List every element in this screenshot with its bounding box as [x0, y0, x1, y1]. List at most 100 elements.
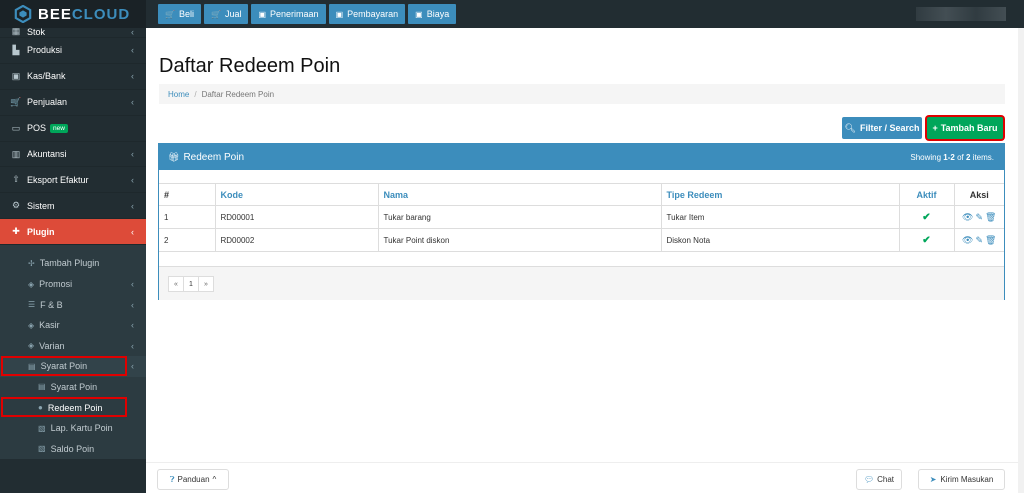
redeem-table: # Kode Nama Tipe Redeem Aktif Aksi 1 RD0…: [159, 183, 1004, 252]
biaya-button[interactable]: ▣ Biaya: [408, 4, 457, 24]
check-icon: ✔: [922, 234, 931, 246]
breadcrumb-home-link[interactable]: Home: [168, 90, 189, 99]
chevron-left-icon: ‹: [131, 361, 134, 372]
table-header-row: # Kode Nama Tipe Redeem Aktif Aksi: [159, 183, 1004, 206]
sidebar-item-akuntansi[interactable]: ▥ Akuntansi ‹: [0, 142, 146, 168]
tag-icon: ◈: [28, 279, 35, 289]
penerimaan-button[interactable]: ▣ Penerimaan: [251, 4, 326, 24]
trash-icon[interactable]: 🗑︎: [985, 212, 996, 222]
cell-tipe: Diskon Nota: [661, 228, 900, 252]
cell-nama: Tukar Point diskon: [378, 228, 662, 252]
brand-name: BEECLOUD: [38, 5, 131, 23]
tambah-baru-button[interactable]: + Tambah Baru: [927, 117, 1003, 139]
sidebar-item-plugin[interactable]: ✚ Plugin ‹: [0, 219, 146, 246]
sidebar-item-kasir[interactable]: ◈ Kasir ‹: [0, 315, 146, 336]
breadcrumb-separator: /: [194, 89, 197, 99]
highlight-syarat-poin: [1, 356, 127, 376]
sidebar-item-eksport-efaktur[interactable]: ⇧ Eksport Efaktur ‹: [0, 167, 146, 194]
sidebar-item-sistem[interactable]: ⚙ Sistem ‹: [0, 193, 146, 220]
redeem-poin-panel: 🎁︎ Redeem Poin Showing 1-2 of 2 items. #…: [158, 143, 1005, 300]
edit-icon[interactable]: ✎: [975, 212, 983, 222]
pager-page-1[interactable]: 1: [183, 276, 199, 292]
chevron-left-icon: ‹: [131, 45, 134, 56]
box-icon: ▦: [11, 28, 21, 36]
page-title: Daftar Redeem Poin: [159, 55, 341, 77]
header-kode-sort[interactable]: Kode: [215, 183, 379, 206]
top-navbar: BEECLOUD 🛒 Beli 🛒 Jual ▣ Penerimaan ▣ Pembay…: [0, 0, 1024, 28]
export-icon: ⇧: [12, 174, 20, 185]
trash-icon[interactable]: 🗑︎: [985, 235, 996, 245]
chart-icon: ▥: [11, 148, 21, 159]
cell-aksi: 👁︎ ✎ 🗑︎: [954, 205, 1004, 229]
edit-icon[interactable]: ✎: [975, 235, 983, 245]
money-icon: ▣: [11, 70, 21, 81]
main-content: Daftar Redeem Poin Home / Daftar Redeem …: [146, 28, 1018, 493]
chevron-left-icon: ‹: [131, 28, 134, 37]
cell-aksi: 👁︎ ✎ 🗑︎: [954, 228, 1004, 252]
chevron-left-icon: ‹: [131, 174, 134, 185]
gears-icon: ⚙: [11, 200, 21, 211]
sidebar: ▦ Stok ‹ ▙ Produksi ‹ ▣ Kas/Bank ‹ 🛒 Penjualan ‹…: [0, 28, 146, 493]
header-tipe-sort[interactable]: Tipe Redeem: [661, 183, 900, 206]
sidebar-item-saldo-poin[interactable]: ▧ Saldo Poin: [0, 438, 146, 459]
pager-next[interactable]: »: [198, 276, 214, 292]
send-icon: ➤: [929, 475, 937, 484]
cell-number: 1: [159, 205, 216, 229]
jual-button[interactable]: 🛒 Jual: [203, 4, 249, 24]
sidebar-item-penjualan[interactable]: 🛒 Penjualan ‹: [0, 90, 146, 116]
pagination-bar: « 1 »: [159, 266, 1004, 300]
money-icon: ▣: [415, 9, 423, 19]
sidebar-item-fnb[interactable]: ☰ F & B ‹: [0, 294, 146, 315]
filter-search-button[interactable]: 🔍︎ Filter / Search: [842, 117, 922, 139]
beecloud-logo-icon: [14, 5, 32, 23]
kirim-masukan-button[interactable]: ➤ Kirim Masukan: [918, 469, 1005, 490]
cell-nama: Tukar barang: [378, 205, 662, 229]
page-scrollbar[interactable]: [1018, 28, 1024, 493]
breadcrumb-current: Daftar Redeem Poin: [201, 89, 275, 99]
cell-kode: RD00001: [215, 205, 379, 229]
cell-tipe: Tukar Item: [661, 205, 900, 229]
chevron-left-icon: ‹: [131, 149, 134, 159]
money-icon: ▣: [258, 9, 267, 19]
cell-aktif: ✔: [899, 205, 955, 229]
header-nama-sort[interactable]: Nama: [378, 183, 662, 206]
header-aktif-sort[interactable]: Aktif: [899, 183, 955, 206]
pembayaran-button[interactable]: ▣ Pembayaran: [328, 4, 406, 24]
book-icon: ▧: [38, 423, 46, 433]
money-icon: ▣: [335, 9, 344, 19]
sidebar-item-kasbank[interactable]: ▣ Kas/Bank ‹: [0, 64, 146, 90]
pagination: « 1 »: [168, 276, 214, 292]
sidebar-item-varian[interactable]: ◈ Varian ‹: [0, 336, 146, 357]
chevron-left-icon: ‹: [131, 71, 134, 82]
header-number: #: [159, 183, 216, 206]
pager-prev[interactable]: «: [168, 276, 184, 292]
new-badge: new: [50, 123, 68, 133]
sidebar-item-stok[interactable]: ▦ Stok ‹: [0, 28, 146, 38]
sidebar-item-syarat-poin[interactable]: ▤ Syarat Poin: [0, 377, 146, 398]
highlight-redeem-poin: [1, 397, 127, 417]
search-icon: 🔍︎: [844, 122, 856, 133]
chevron-left-icon: ‹: [131, 279, 134, 290]
brand-logo[interactable]: BEECLOUD: [0, 0, 146, 28]
sidebar-item-tambah-plugin[interactable]: ✢ Tambah Plugin: [0, 253, 146, 274]
chat-button[interactable]: 💬︎ Chat: [856, 469, 902, 490]
sidebar-item-promosi[interactable]: ◈ Promosi ‹: [0, 274, 146, 295]
pagination-summary: Showing 1-2 of 2 items.: [910, 152, 994, 162]
sidebar-item-lap-kartu-poin[interactable]: ▧ Lap. Kartu Poin: [0, 418, 146, 439]
sidebar-item-produksi[interactable]: ▙ Produksi ‹: [0, 38, 146, 64]
table-row: 2 RD00002 Tukar Point diskon Diskon Nota…: [159, 228, 1004, 252]
panduan-button[interactable]: ❓︎ Panduan ^: [157, 469, 229, 490]
tag-icon: ◈: [28, 320, 35, 330]
monitor-icon: ▭: [11, 122, 21, 133]
user-menu-blurred[interactable]: [916, 7, 1006, 21]
view-icon[interactable]: 👁︎: [962, 235, 973, 245]
cell-kode: RD00002: [215, 228, 379, 252]
check-icon: ✔: [922, 211, 931, 223]
plugin-submenu: ✢ Tambah Plugin ◈ Promosi ‹ ☰ F & B ‹ ◈ Kasir ‹…: [0, 245, 146, 460]
sidebar-item-pos[interactable]: ▭ POS new: [0, 116, 146, 142]
chevron-up-icon: ^: [212, 475, 217, 484]
puzzle-icon: ✚: [12, 226, 20, 237]
view-icon[interactable]: 👁︎: [962, 212, 973, 222]
beli-button[interactable]: 🛒 Beli: [158, 4, 201, 24]
cell-number: 2: [159, 228, 216, 252]
